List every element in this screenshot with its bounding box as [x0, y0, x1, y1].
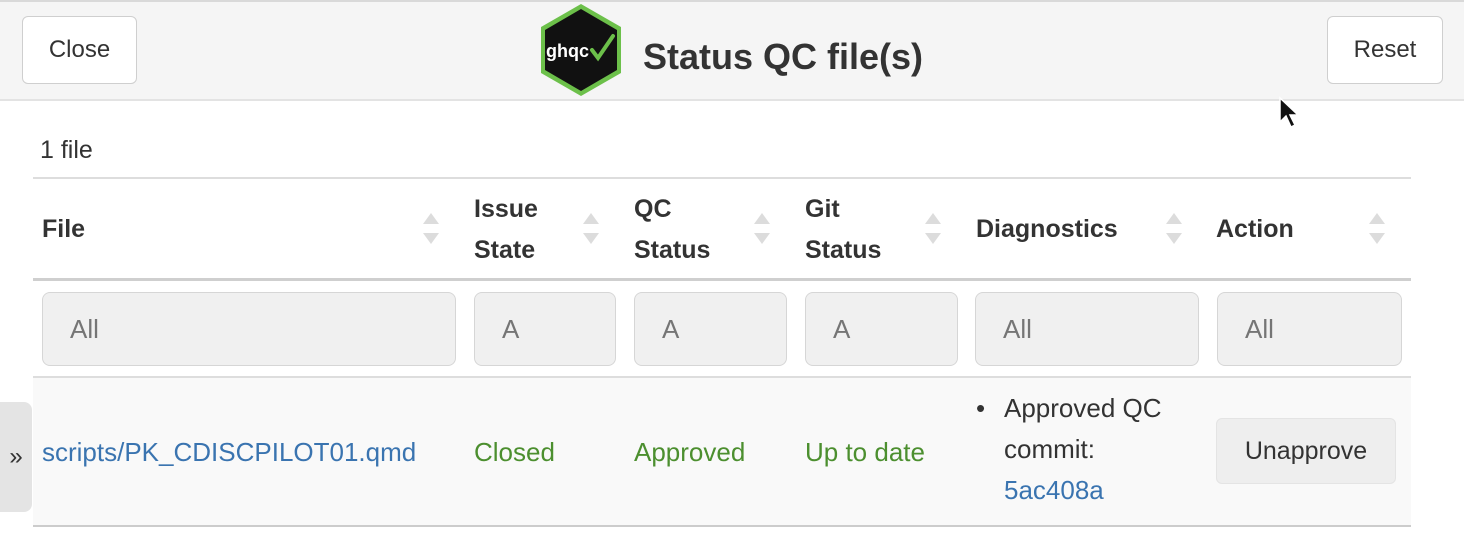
file-count: 1 file	[40, 136, 93, 164]
mouse-pointer-icon	[1279, 96, 1300, 129]
diagnostics-text: Approved QC commit:	[1004, 393, 1162, 464]
close-button[interactable]: Close	[22, 16, 137, 84]
filter-action[interactable]	[1217, 292, 1402, 366]
header-action[interactable]: Action	[1216, 209, 1294, 250]
ghqc-logo: ghqc	[541, 4, 621, 96]
header-issue-state[interactable]: Issue State	[474, 189, 564, 271]
diagnostics-cell: • Approved QC commit: 5ac408a	[976, 388, 1206, 511]
bullet-icon: •	[976, 393, 986, 423]
header-qc-status[interactable]: QC Status	[634, 189, 734, 271]
filter-diagnostics[interactable]	[975, 292, 1199, 366]
table-top-border	[33, 177, 1411, 179]
qc-status-value: Approved	[634, 437, 746, 467]
header-git-status[interactable]: Git Status	[805, 189, 905, 271]
sort-icon[interactable]	[1369, 209, 1385, 249]
sidebar-toggle[interactable]: »	[0, 402, 32, 512]
issue-state-value: Closed	[474, 437, 555, 467]
file-link[interactable]: scripts/PK_CDISCPILOT01.qmd	[42, 437, 416, 468]
git-status-value: Up to date	[805, 437, 925, 467]
header-file[interactable]: File	[42, 209, 85, 250]
sort-icon[interactable]	[1166, 209, 1182, 249]
sort-icon[interactable]	[583, 209, 599, 249]
header-divider	[33, 278, 1411, 281]
unapprove-button[interactable]: Unapprove	[1216, 418, 1396, 484]
filter-file[interactable]	[42, 292, 456, 366]
commit-link[interactable]: 5ac408a	[1004, 475, 1104, 505]
logo-text: ghqc	[546, 41, 589, 61]
filter-qc-status[interactable]	[634, 292, 787, 366]
filter-git-status[interactable]	[805, 292, 958, 366]
sort-icon[interactable]	[423, 209, 439, 249]
reset-button[interactable]: Reset	[1327, 16, 1443, 84]
header-diagnostics[interactable]: Diagnostics	[976, 209, 1118, 250]
table-bottom-border	[33, 525, 1411, 527]
sort-icon[interactable]	[925, 209, 941, 249]
sort-icon[interactable]	[754, 209, 770, 249]
filter-issue-state[interactable]	[474, 292, 616, 366]
page-title: Status QC file(s)	[643, 36, 924, 77]
